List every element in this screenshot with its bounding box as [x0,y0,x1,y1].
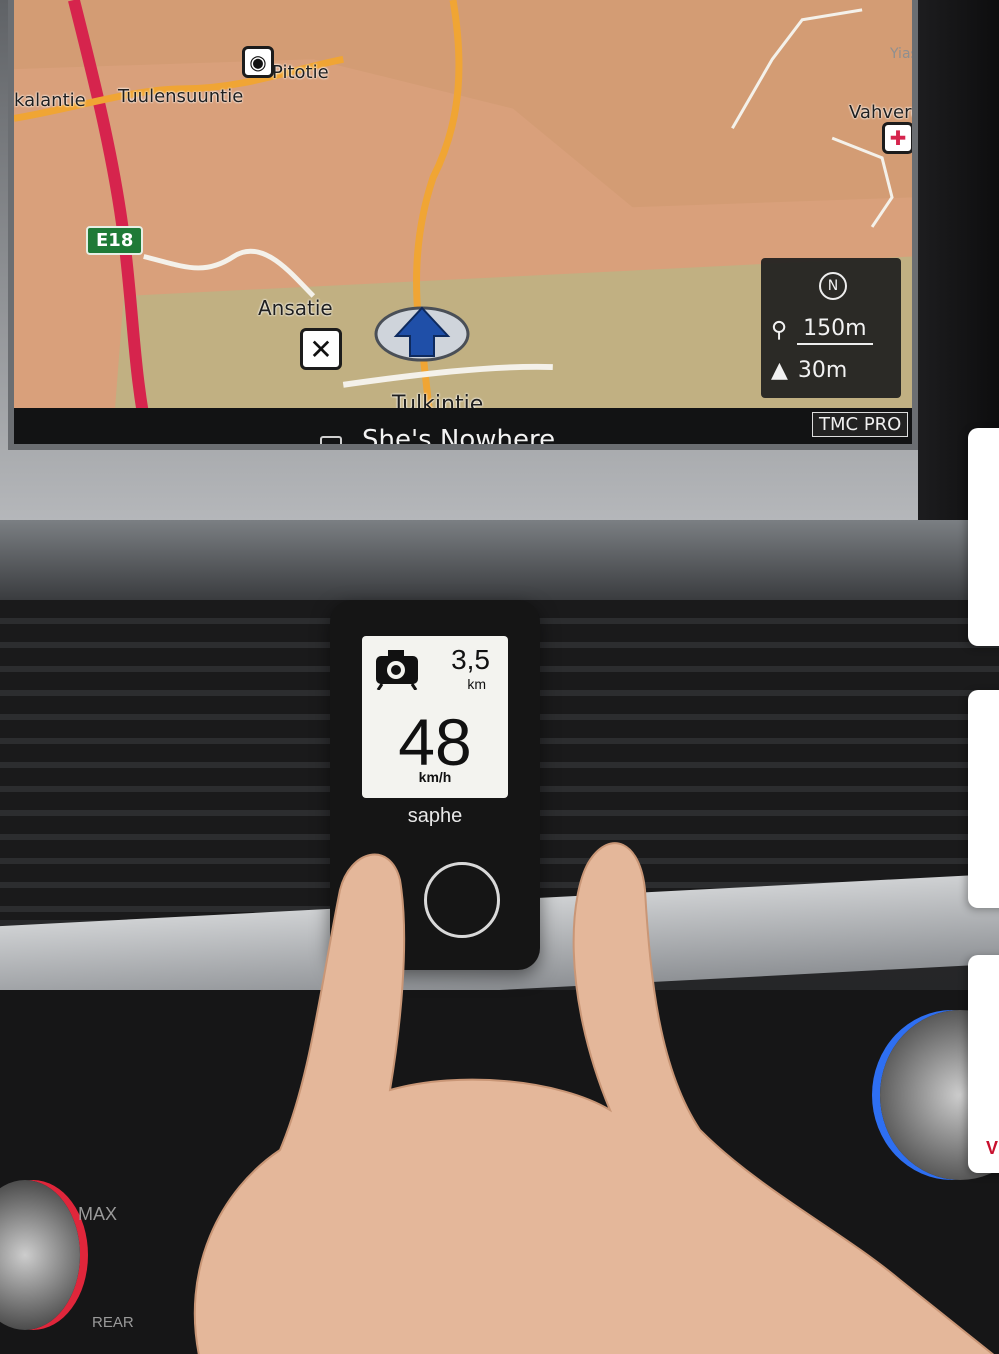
map-label-tuulensuuntie: Tuulensuuntie [118,86,244,107]
mountain-icon: ▲ [771,358,788,383]
map-label-kalantie: kalantie [14,90,86,111]
media-source-icon [320,436,342,444]
map-scale-row[interactable]: ⚲ 150m [771,316,873,345]
hospital-icon[interactable]: ✚ [882,122,912,154]
map-label-ansatie: Ansatie [258,296,333,320]
altitude-value: 30m [797,358,848,383]
device-eink-screen: 3,5 km 48 km/h [362,636,508,798]
map-label-vahverok: Vahverok [849,102,912,123]
map-label-pitotie: Pitotie [272,62,329,83]
vehicle-position-arrow-icon [374,306,470,362]
compass-north-icon[interactable]: N [819,272,847,300]
speed-camera-icon [376,650,418,690]
restaurant-icon[interactable]: ✕ [300,328,342,370]
side-card-1[interactable] [968,428,999,646]
tmc-pro-badge: TMC PRO [812,412,909,437]
poi-camera-icon[interactable]: ◉ [242,46,274,78]
map-info-panel: N ⚲ 150m ▲ 30m [761,258,901,398]
road-badge-e18: E18 [86,226,144,255]
altitude-row: ▲ 30m [771,358,847,383]
side-card-3[interactable]: V [968,955,999,1173]
navigation-screen: Pitotie kalantie Tuulensuuntie Ansatie T… [8,0,918,450]
defrost-max-label: MAX [78,1204,118,1224]
zoom-search-icon[interactable]: ⚲ [771,318,787,343]
hand [193,842,995,1354]
map-scale-value: 150m [797,316,873,345]
rear-defrost-label: REAR [92,1314,134,1331]
map-label-yiast: Yiast [890,46,918,62]
side-card-2[interactable] [968,690,999,908]
media-track-title[interactable]: She's Nowhere [362,425,555,444]
camera-distance-value: 3,5 [451,644,490,675]
speed-unit: km/h [418,769,452,785]
dashboard-trim [0,520,999,600]
camera-distance-unit: km [467,676,486,692]
car-dashboard-photo: Pitotie kalantie Tuulensuuntie Ansatie T… [0,0,999,1354]
side-card-3-text: V [986,1138,999,1158]
device-brand-logo: saphe [407,805,463,827]
